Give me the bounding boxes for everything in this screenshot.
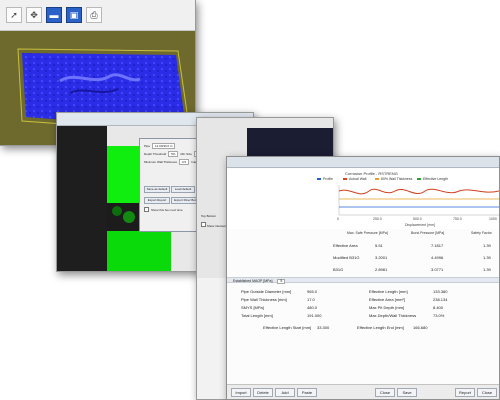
- eff-length-start-value: 33.300: [317, 325, 330, 330]
- close-button[interactable]: Close: [375, 388, 395, 397]
- maop-label: Established MAOP [MPa]: [233, 279, 273, 283]
- x-tick: 750.0: [453, 217, 462, 221]
- col-header: Safety Factor: [471, 231, 492, 235]
- x-tick: 1000: [489, 217, 497, 221]
- report-button[interactable]: Report: [455, 388, 475, 397]
- pipe-property-label: Total Length [mm]: [241, 313, 273, 318]
- burst-pressure: 4.4996: [431, 255, 444, 260]
- pipe-property-value: 191.000: [307, 313, 322, 318]
- defect-property-label: Effective Area [mm²]: [369, 297, 405, 302]
- min-size-label: Min Size: [180, 152, 192, 156]
- toolbar: ➚ ✥ ▬ ▣ ⎙: [0, 0, 195, 31]
- pipe-select[interactable]: 14.00/30.0 in: [152, 143, 176, 149]
- max-safe-pressure: 3.2001: [375, 255, 388, 260]
- depth-threshold-label: Depth Threshold: [144, 152, 167, 156]
- pipe-property-value: 480.0: [307, 305, 318, 310]
- legend-actual-wall: Actual Wall: [349, 177, 367, 181]
- x-tick: 250.0: [373, 217, 382, 221]
- defect-property-label: Effective Length [mm]: [369, 289, 408, 294]
- delete-button[interactable]: Delete: [253, 388, 273, 397]
- export-icon[interactable]: ⎙: [86, 7, 102, 23]
- pipe-property-value: 17.0: [307, 297, 315, 302]
- safety-factor: 1.39: [483, 267, 491, 272]
- defect-property-value: 8.400: [433, 305, 444, 310]
- pipe-property-value: 965.0: [307, 289, 318, 294]
- defect-property-value: 73.0%: [433, 313, 445, 318]
- defect-property-label: Max Depth/Wall Thickness: [369, 313, 417, 318]
- pipe-property-label: Pipe Wall Thickness [mm]: [241, 297, 287, 302]
- row-label: Effective Area: [333, 243, 358, 248]
- chart-title: Corrosion Profile - RSTRENG: [345, 171, 398, 176]
- side-label: Top Bottom: [201, 214, 217, 218]
- burst-pressure: 3.0771: [431, 267, 444, 272]
- paste-button[interactable]: Paste: [297, 388, 317, 397]
- add-button[interactable]: Add: [275, 388, 295, 397]
- safety-factor: 1.39: [483, 255, 491, 260]
- legend-80-wall: 80% Wall Thickness: [381, 177, 413, 181]
- depth-threshold-input[interactable]: 5%: [168, 151, 179, 157]
- eff-length-start-label: Effective Length Start [mm]: [263, 325, 312, 330]
- eff-length-end-value: 166.680: [413, 325, 428, 330]
- legend-80-wall-swatch: [375, 178, 379, 180]
- close-report-button[interactable]: Close: [477, 388, 497, 397]
- show-intersections-checkbox[interactable]: [201, 222, 206, 227]
- show-settings-label: Show this box next time: [151, 207, 183, 212]
- row-label: Modified B31G: [333, 255, 360, 260]
- show-settings-checkbox[interactable]: [144, 207, 149, 212]
- move-icon[interactable]: ✥: [26, 7, 42, 23]
- pipe-property-label: SMYS [MPa]: [241, 305, 264, 310]
- min-wall-input[interactable]: 0.5: [179, 159, 190, 165]
- pipe-label: Pipe: [144, 144, 151, 148]
- row-label: B31G: [333, 267, 344, 272]
- save-default-button[interactable]: Save as default: [144, 186, 170, 193]
- defect-property-value: 133.380: [433, 289, 448, 294]
- title-bar: [227, 157, 499, 168]
- actual-wall-line: [338, 188, 499, 195]
- results-panel: Max. Safe Pressure [MPa] Burst Pressure …: [227, 229, 499, 381]
- image-icon[interactable]: ▬: [46, 7, 62, 23]
- button-bar: Import Delete Add Paste Close Save Repor…: [227, 384, 499, 399]
- eff-length-end-label: Effective Length End [mm]: [357, 325, 404, 330]
- max-safe-pressure: 2.8981: [375, 267, 388, 272]
- save-button[interactable]: Save: [397, 388, 417, 397]
- col-header: Max. Safe Pressure [MPa]: [347, 231, 388, 235]
- max-safe-pressure: 5.51: [375, 243, 383, 248]
- save-icon[interactable]: ▣: [66, 7, 82, 23]
- min-wall-label: Minimum Wall Thickness: [144, 160, 178, 164]
- burst-pressure: 7.1817: [431, 243, 444, 248]
- col-header: Burst Pressure [MPa]: [411, 231, 445, 235]
- report-window: Corrosion Profile - RSTRENG Profile Actu…: [226, 156, 500, 400]
- import-button[interactable]: Import: [231, 388, 251, 397]
- legend-actual-wall-swatch: [343, 178, 347, 180]
- corrosion-profile-chart: Corrosion Profile - RSTRENG Profile Actu…: [227, 169, 499, 229]
- x-tick: 0: [337, 217, 339, 221]
- defect-property-label: Max Pit Depth [mm]: [369, 305, 405, 310]
- x-axis-label: Displacement [mm]: [405, 223, 435, 227]
- x-tick: 500.0: [413, 217, 422, 221]
- export-report-button[interactable]: Export Report: [144, 197, 170, 204]
- defect-property-value: 238.134: [433, 297, 448, 302]
- maop-input[interactable]: 5: [277, 279, 286, 284]
- legend-effective-length-swatch: [417, 178, 421, 180]
- load-default-button[interactable]: Load default: [171, 186, 195, 193]
- legend-profile: Profile: [323, 177, 333, 181]
- safety-factor: 1.39: [483, 243, 491, 248]
- pointer-icon[interactable]: ➚: [6, 7, 22, 23]
- legend-profile-swatch: [317, 178, 321, 180]
- legend-effective-length: Effective Length: [423, 177, 448, 181]
- pipe-property-label: Pipe Outside Diameter [mm]: [241, 289, 292, 294]
- maop-section: Established MAOP [MPa] 5: [227, 277, 499, 284]
- dark-background: [57, 126, 107, 271]
